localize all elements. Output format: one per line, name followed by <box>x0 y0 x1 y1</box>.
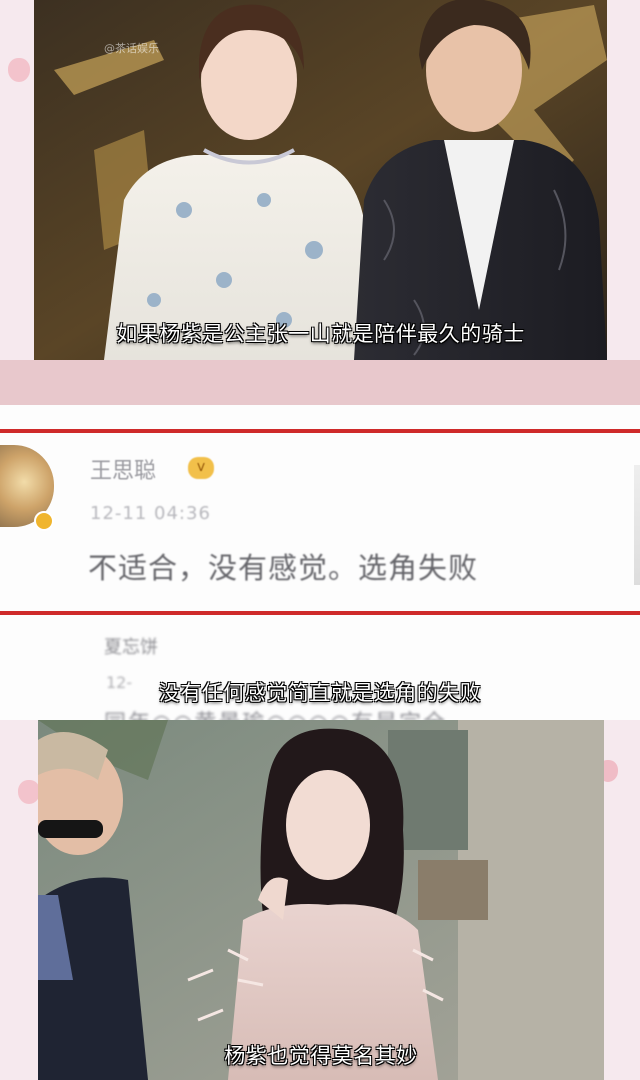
top-video-frame[interactable]: @茶话娱乐 如果杨紫是公主张一山就是陪伴最久的骑士 <box>34 0 607 360</box>
red-underline-top <box>0 429 640 433</box>
bottom-video-subtitle: 杨紫也觉得莫名其妙 <box>224 1044 418 1068</box>
red-underline-bottom <box>0 611 640 615</box>
card-edge <box>634 465 640 585</box>
outdoor-photo <box>38 720 604 1080</box>
comment-text: 不适合，没有感觉。选角失败 <box>88 551 479 585</box>
comment-username: 王思聪 <box>90 459 157 484</box>
video-watermark: @茶话娱乐 <box>104 42 159 55</box>
comment2-username: 夏忘饼 <box>104 637 158 658</box>
verified-badge-icon <box>34 511 54 531</box>
strawberry-sticker-icon <box>8 58 30 82</box>
comment-section-subtitle: 没有任何感觉简直就是选角的失败 <box>158 681 482 705</box>
vip-badge-icon: V <box>188 457 214 479</box>
weibo-comment-screenshot: 王思聪 V 12-11 04:36 不适合，没有感觉。选角失败 夏忘饼 12- … <box>0 405 640 720</box>
bottom-video-frame[interactable]: 杨紫也觉得莫名其妙 <box>38 720 604 1080</box>
comment2-text: 同年○○黄景瑜○○○○有是完全 <box>104 705 447 720</box>
strawberry-sticker-icon <box>18 780 40 804</box>
top-video-subtitle: 如果杨紫是公主张一山就是陪伴最久的骑士 <box>116 322 525 346</box>
pink-divider-band <box>0 360 640 405</box>
comment-timestamp: 12-11 04:36 <box>90 503 211 524</box>
